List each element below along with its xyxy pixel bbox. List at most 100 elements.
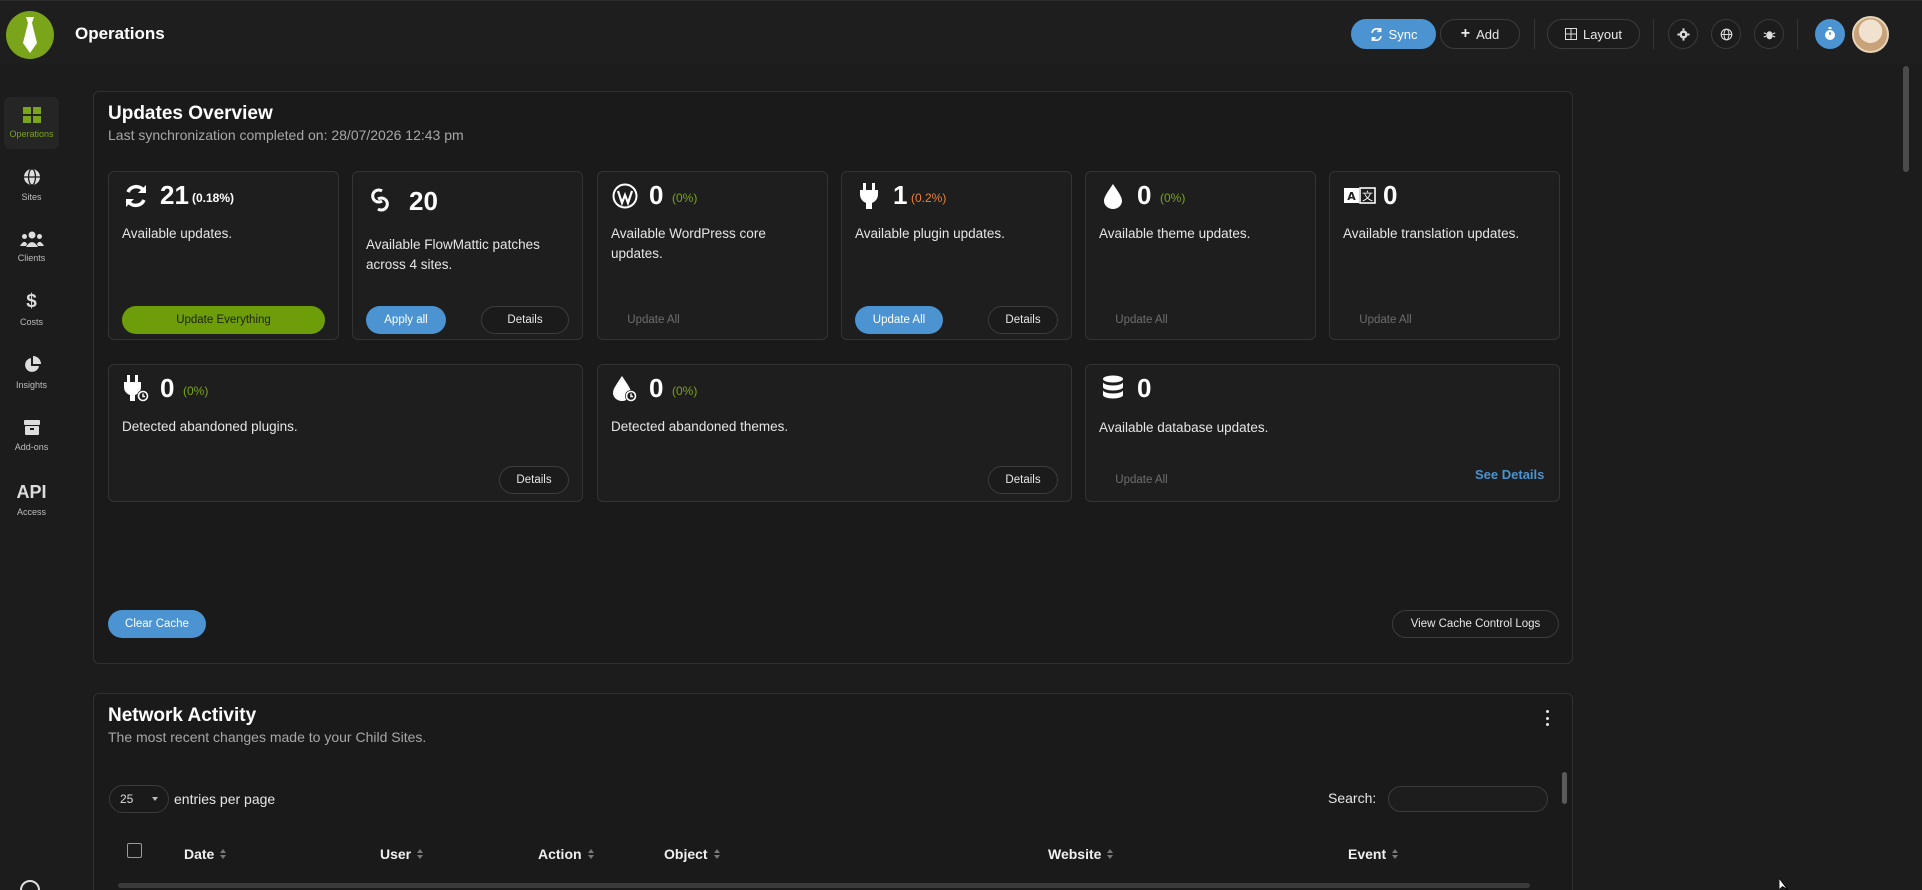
updates-overview-panel: Updates Overview Last synchronization co… bbox=[93, 91, 1573, 664]
column-header-label: Event bbox=[1348, 846, 1387, 862]
sort-icon bbox=[1107, 849, 1114, 859]
sync-label: Sync bbox=[1388, 26, 1418, 42]
clear-cache-button[interactable]: Clear Cache bbox=[108, 610, 206, 638]
update-count: 0 bbox=[1383, 180, 1398, 210]
view-cache-logs-button[interactable]: View Cache Control Logs bbox=[1392, 610, 1559, 638]
table-horizontal-scrollbar[interactable] bbox=[118, 883, 1530, 888]
sidebar-item-costs[interactable]: $ Costs bbox=[4, 284, 59, 336]
column-header-label: Object bbox=[664, 846, 708, 862]
update-everything-button[interactable]: Update Everything bbox=[122, 306, 325, 334]
network-activity-subtitle: The most recent changes made to your Chi… bbox=[108, 729, 427, 745]
toolbar-divider bbox=[1653, 19, 1654, 49]
see-details-link[interactable]: See Details bbox=[1475, 467, 1544, 482]
details-button[interactable]: Details bbox=[988, 306, 1058, 334]
dollar-icon: $ bbox=[26, 291, 37, 312]
update-percentage: (0%) bbox=[672, 384, 698, 398]
pie-chart-icon bbox=[24, 356, 41, 372]
select-all-checkbox[interactable] bbox=[127, 843, 142, 858]
apply-all-button[interactable]: Apply all bbox=[366, 306, 446, 334]
help-icon[interactable] bbox=[20, 880, 40, 890]
page-scrollbar-track[interactable] bbox=[1902, 64, 1912, 890]
column-header-website[interactable]: Website bbox=[1048, 846, 1114, 862]
add-button[interactable]: + Add bbox=[1440, 19, 1520, 49]
details-button[interactable]: Details bbox=[499, 466, 569, 494]
user-avatar[interactable] bbox=[1852, 16, 1889, 53]
plugin-updates-card: 1 (0.2%) Available plugin updates. Updat… bbox=[841, 171, 1072, 340]
column-header-label: User bbox=[380, 846, 412, 862]
update-count: 0 bbox=[1137, 373, 1152, 403]
api-icon: API bbox=[16, 482, 47, 502]
update-description: Available theme updates. bbox=[1099, 226, 1251, 241]
abandoned-plugins-card: 0 (0%) Detected abandoned plugins. Detai… bbox=[108, 364, 583, 502]
sync-button[interactable]: Sync bbox=[1351, 19, 1436, 49]
sidebar-item-insights[interactable]: Insights bbox=[4, 347, 59, 399]
more-options-icon[interactable] bbox=[1543, 710, 1551, 726]
page-title: Operations bbox=[75, 24, 165, 43]
update-percentage: (0%) bbox=[183, 384, 209, 398]
entries-value: 25 bbox=[120, 792, 134, 806]
sidebar-item-sites[interactable]: Sites bbox=[4, 159, 59, 211]
update-all-button[interactable]: Update All bbox=[1099, 306, 1184, 334]
column-header-action[interactable]: Action bbox=[538, 846, 594, 862]
toolbar-divider bbox=[1797, 19, 1798, 49]
sidebar-item-operations[interactable]: Operations bbox=[4, 97, 59, 149]
mouse-cursor-icon bbox=[1779, 878, 1789, 890]
caret-down-icon bbox=[152, 797, 158, 801]
globe-icon bbox=[23, 168, 40, 186]
sort-icon bbox=[417, 849, 424, 859]
column-header-event[interactable]: Event bbox=[1348, 846, 1399, 862]
update-count: 0 bbox=[160, 373, 175, 403]
droplet-clock-icon bbox=[611, 375, 639, 403]
update-all-button[interactable]: Update All bbox=[1343, 306, 1428, 334]
add-label: Add bbox=[1476, 26, 1500, 42]
sidebar-item-label: Add-ons bbox=[14, 442, 49, 452]
details-button[interactable]: Details bbox=[481, 306, 569, 334]
bug-icon[interactable] bbox=[1754, 19, 1784, 49]
update-all-button[interactable]: Update All bbox=[611, 306, 696, 334]
column-header-user[interactable]: User bbox=[380, 846, 424, 862]
column-header-date[interactable]: Date bbox=[184, 846, 227, 862]
sidebar-item-label: Costs bbox=[19, 317, 43, 327]
network-activity-title: Network Activity bbox=[108, 705, 257, 726]
update-percentage: (0%) bbox=[1160, 191, 1186, 205]
column-header-label: Website bbox=[1048, 846, 1102, 862]
sidebar-item-add-ons[interactable]: Add-ons bbox=[4, 409, 59, 461]
update-count: 0 bbox=[649, 373, 664, 403]
sidebar-item-api-access[interactable]: API Access bbox=[4, 474, 59, 526]
table-vertical-scrollbar[interactable] bbox=[1562, 772, 1567, 804]
update-description: Detected abandoned plugins. bbox=[122, 419, 298, 434]
box-icon bbox=[23, 420, 40, 435]
search-input[interactable] bbox=[1388, 786, 1548, 812]
abandoned-themes-card: 0 (0%) Detected abandoned themes. Detail… bbox=[597, 364, 1072, 502]
update-all-button[interactable]: Update All bbox=[1099, 466, 1184, 494]
sidebar-item-clients[interactable]: Clients bbox=[4, 221, 59, 273]
update-description: Available translation updates. bbox=[1343, 226, 1520, 241]
details-button[interactable]: Details bbox=[988, 466, 1058, 494]
update-all-button[interactable]: Update All bbox=[855, 306, 943, 334]
sort-icon bbox=[220, 849, 227, 859]
column-header-label: Date bbox=[184, 846, 215, 862]
page-scrollbar-thumb[interactable] bbox=[1903, 66, 1909, 172]
gear-icon[interactable] bbox=[1668, 19, 1698, 49]
plug-clock-icon bbox=[122, 375, 150, 403]
timer-icon[interactable] bbox=[1815, 19, 1845, 49]
database-updates-card: 0 Available database updates. Update All… bbox=[1085, 364, 1560, 502]
translation-updates-card: A文 0 Available translation updates. Upda… bbox=[1329, 171, 1560, 340]
layout-button[interactable]: Layout bbox=[1547, 19, 1640, 49]
sort-icon bbox=[1392, 849, 1399, 859]
update-count: 20 bbox=[409, 186, 438, 216]
column-header-object[interactable]: Object bbox=[664, 846, 720, 862]
theme-updates-card: 0 (0%) Available theme updates. Update A… bbox=[1085, 171, 1316, 340]
update-description: Available FlowMattic patches across 4 si… bbox=[366, 237, 540, 272]
update-count: 21 bbox=[160, 180, 189, 210]
flowmattic-patches-card: 20 Available FlowMattic patches across 4… bbox=[352, 171, 583, 340]
layout-label: Layout bbox=[1582, 26, 1623, 42]
entries-per-page-select[interactable]: 25 bbox=[109, 785, 169, 813]
sidebar-item-label: Access bbox=[16, 507, 46, 517]
sync-icon bbox=[1370, 27, 1382, 41]
plug-icon bbox=[855, 182, 883, 210]
column-header-label: Action bbox=[538, 846, 582, 862]
globe-icon[interactable] bbox=[1711, 19, 1741, 49]
update-description: Available plugin updates. bbox=[855, 226, 1005, 241]
tie-logo-icon[interactable] bbox=[6, 11, 54, 59]
